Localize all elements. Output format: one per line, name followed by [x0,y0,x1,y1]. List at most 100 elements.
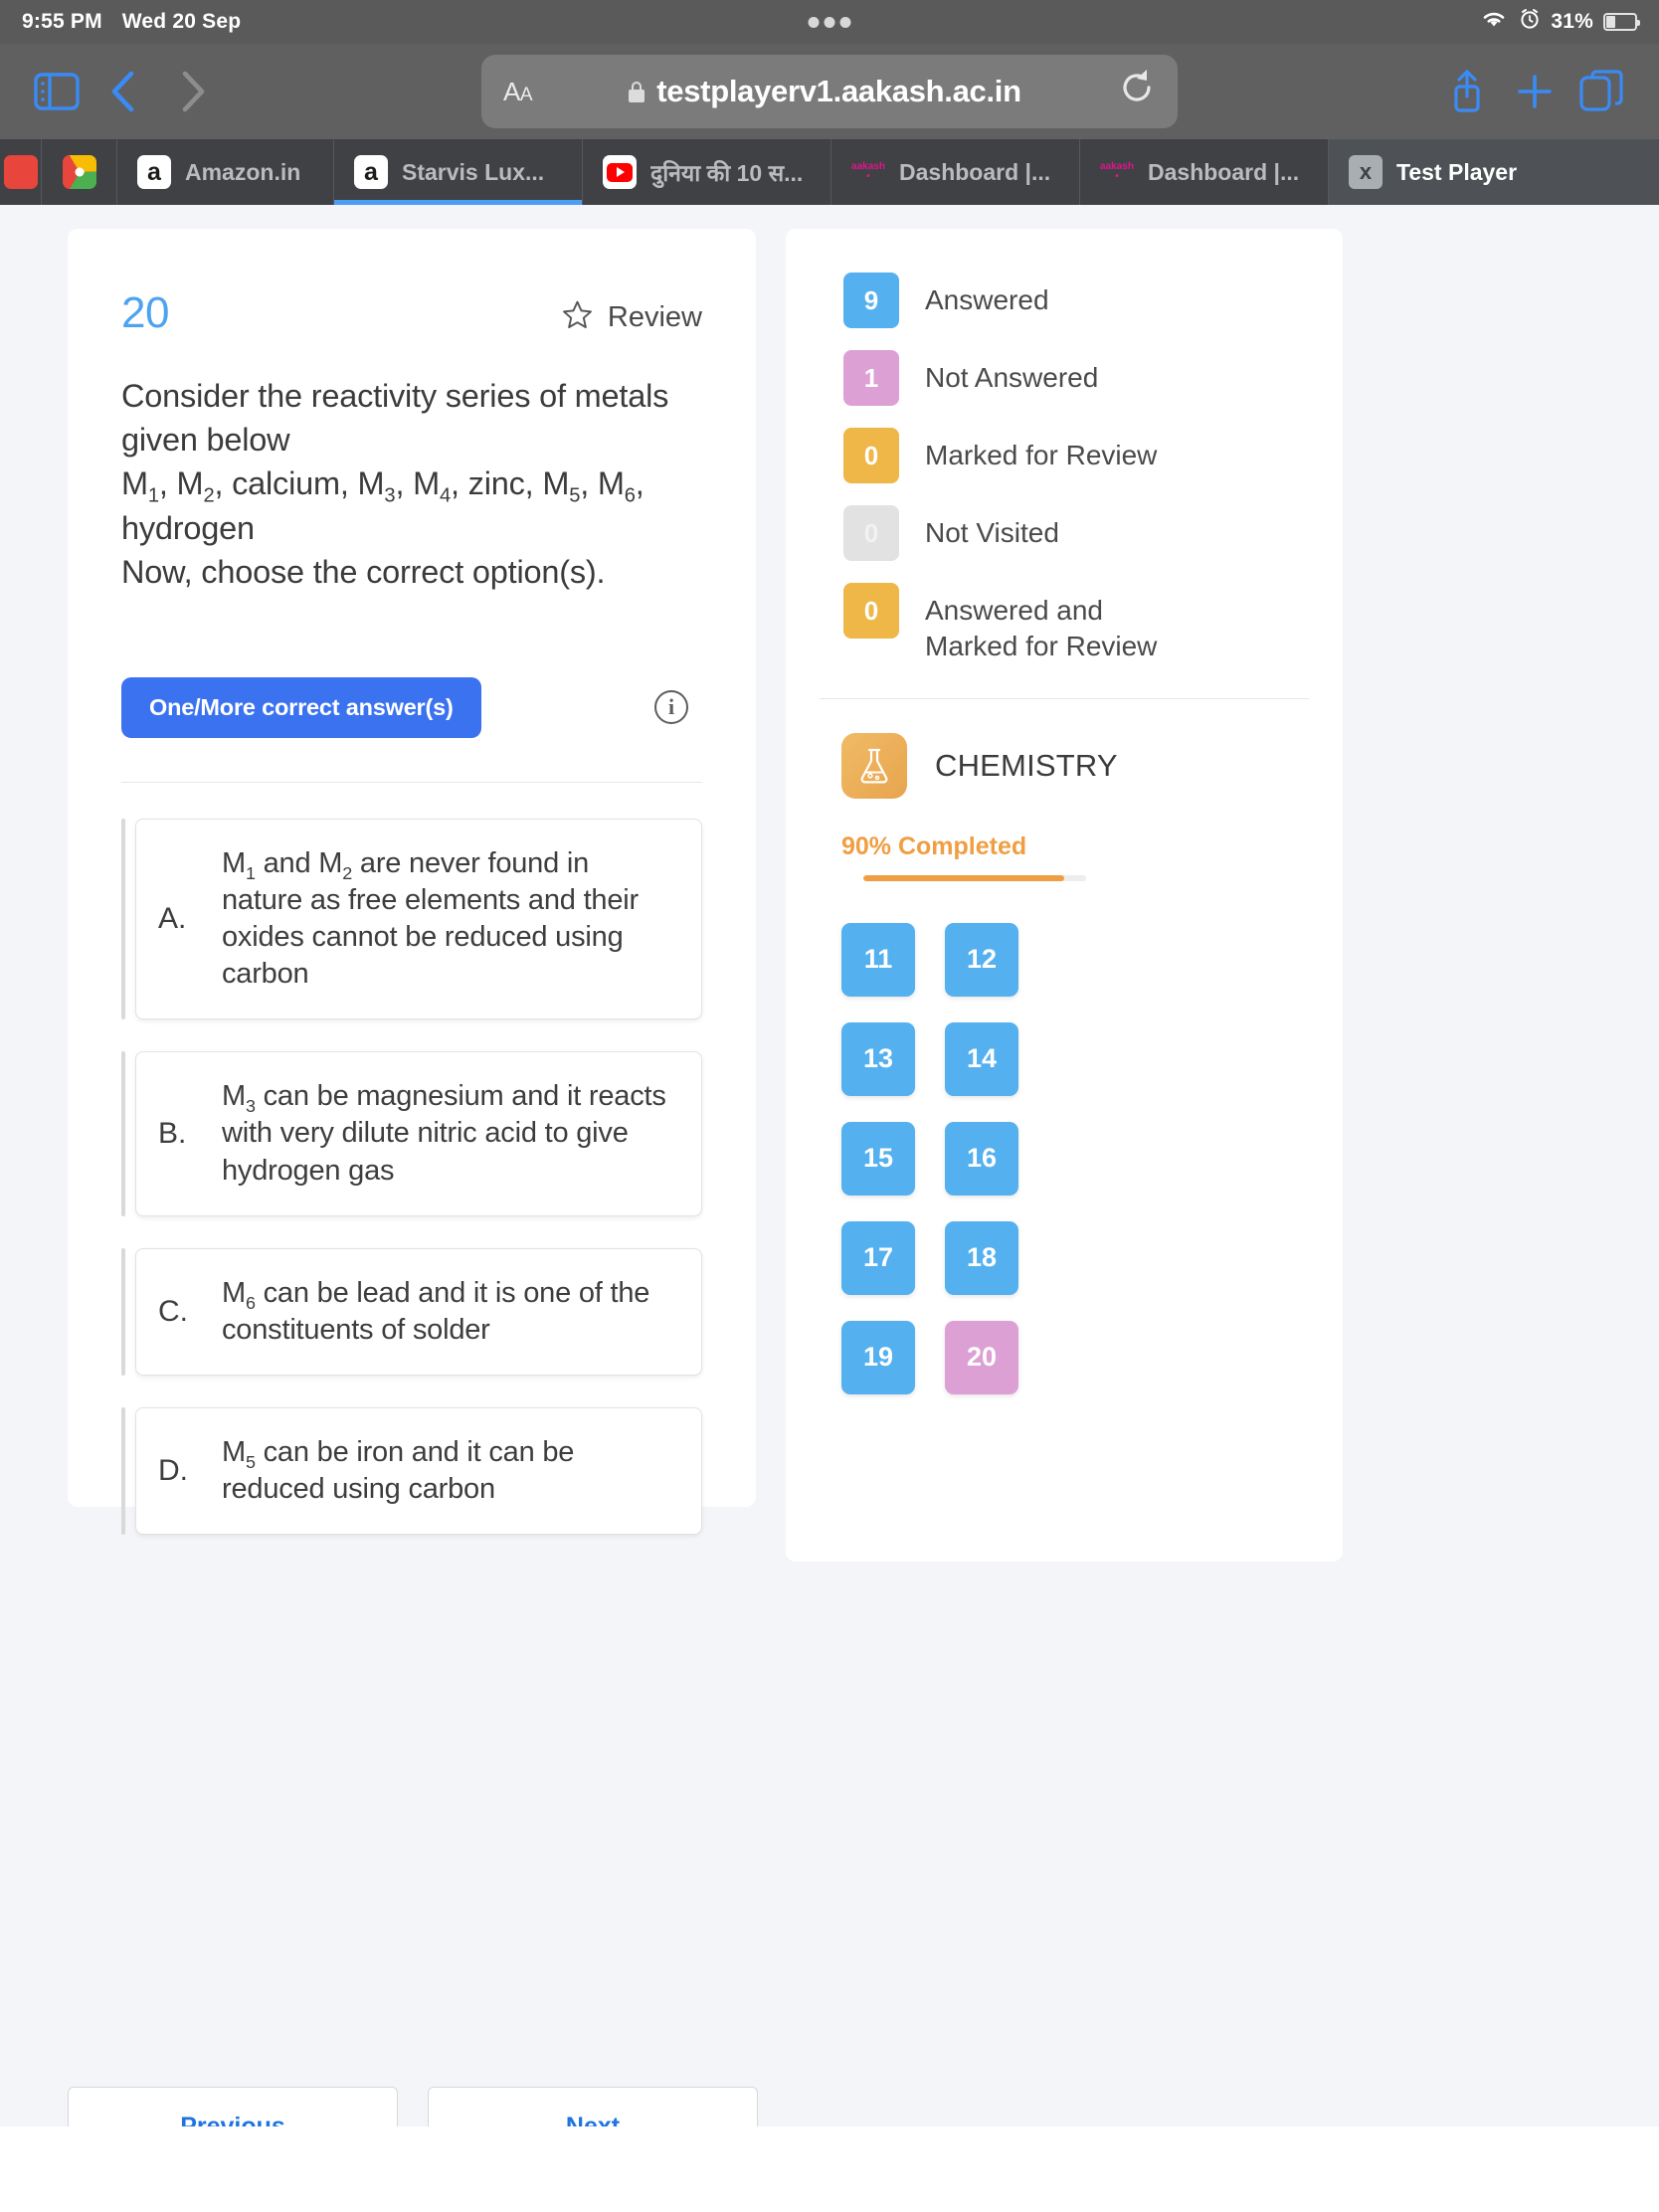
tab-amazon-in[interactable]: a Amazon.in [117,139,334,205]
status-right-group: 31% [1479,8,1640,36]
option-d[interactable]: D. M5 can be iron and it can be reduced … [121,1406,702,1536]
status-time: 9:55 PM [22,10,102,33]
plus-icon[interactable] [1504,61,1566,122]
legend-label: Answered and Marked for Review [925,595,1158,661]
youtube-favicon [603,155,637,189]
tab-label: Dashboard |... [1148,158,1300,185]
reload-icon[interactable] [1118,68,1156,116]
option-text: M5 can be iron and it can be reduced usi… [222,1435,575,1506]
legend-label: Marked for Review [925,440,1158,470]
answer-type-badge: One/More correct answer(s) [121,676,481,738]
share-icon[interactable] [1436,61,1498,122]
bottom-bar [0,2126,1659,2212]
tab-label: Amazon.in [185,158,301,185]
browser-tab-strip: a Amazon.in a Starvis Lux... दुनिया की 1… [0,139,1659,205]
question-button-16[interactable]: 16 [945,1121,1018,1196]
status-badge: 0 [843,583,899,639]
option-rail [121,818,125,1020]
chrome-favicon [62,155,96,189]
question-card: 20 Review Consider the reactivity series… [68,229,756,1536]
sidebar-toggle-icon[interactable] [26,61,88,122]
tab-dashboard-2[interactable]: aakash • Dashboard |... [1080,139,1329,205]
url-center: testplayerv1.aakash.ac.in [548,74,1102,109]
status-date: Wed 20 Sep [121,10,242,33]
address-bar[interactable]: AA testplayerv1.aakash.ac.in [481,55,1178,128]
option-box[interactable]: B. M3 can be magnesium and it reacts wit… [135,1051,702,1216]
stem-line-2: M1, M2, calcium, M3, M4, zinc, M5, M6, [121,465,645,507]
question-button-20[interactable]: 20 [945,1320,1018,1394]
tab-youtube-hindi[interactable]: दुनिया की 10 स... [583,139,831,205]
stem-line-1: Consider the reactivity series of metals… [121,378,669,459]
question-button-14[interactable]: 14 [945,1021,1018,1096]
x-favicon: x [1349,155,1382,189]
question-header: 20 Review [121,288,702,338]
alarm-icon [1519,8,1541,36]
stem-line-4: Now, choose the correct option(s). [121,553,606,590]
question-button-13[interactable]: 13 [841,1021,915,1096]
status-left-group: 9:55 PM Wed 20 Sep [22,10,241,34]
legend-label: Not Visited [925,517,1059,548]
panel-divider [820,697,1309,699]
legend-not-answered: 1 Not Answered [843,350,1309,406]
wifi-icon [1479,8,1509,36]
question-button-11[interactable]: 11 [841,922,915,997]
flask-icon [841,732,907,799]
tab-1[interactable] [42,139,117,205]
review-button[interactable]: Review [561,288,702,336]
status-legend: 9 Answered 1 Not Answered 0 Marked for R… [820,273,1309,664]
progress-fill [863,874,1064,881]
option-box[interactable]: C. M6 can be lead and it is one of the c… [135,1247,702,1376]
subject-progress: 90% Completed [820,832,1309,881]
star-outline-icon [561,298,594,336]
stem-line-3: hydrogen [121,509,255,546]
back-chevron-icon[interactable] [93,61,155,122]
progress-label: 90% Completed [841,831,1027,860]
question-number: 20 [121,288,169,337]
aakash-favicon: aakash • [1100,161,1134,182]
aakash-favicon: aakash • [851,161,885,182]
legend-not-visited: 0 Not Visited [843,505,1309,561]
option-letter: A. [158,902,187,936]
option-text: M1 and M2 are never found in nature as f… [222,846,639,991]
question-button-19[interactable]: 19 [841,1320,915,1394]
question-button-17[interactable]: 17 [841,1220,915,1295]
ios-status-bar: 9:55 PM Wed 20 Sep 31% [0,0,1659,44]
option-rail [121,1406,125,1536]
tab-label: दुनिया की 10 स... [650,160,804,186]
red-favicon [3,155,38,189]
option-c[interactable]: C. M6 can be lead and it is one of the c… [121,1247,702,1376]
question-button-12[interactable]: 12 [945,922,1018,997]
question-divider [121,781,702,783]
test-player-page: 20 Review Consider the reactivity series… [0,205,1659,2212]
question-stem: Consider the reactivity series of metals… [121,374,702,594]
option-box[interactable]: A. M1 and M2 are never found in nature a… [135,818,702,1020]
battery-icon [1603,13,1640,31]
handoff-dots-icon [808,16,851,28]
option-rail [121,1247,125,1376]
legend-answered-and-marked: 0 Answered and Marked for Review [843,583,1309,664]
option-box[interactable]: D. M5 can be iron and it can be reduced … [135,1406,702,1536]
question-button-18[interactable]: 18 [945,1220,1018,1295]
option-letter: B. [158,1117,187,1151]
legend-label: Not Answered [925,362,1099,393]
tab-starvis-lux[interactable]: a Starvis Lux... [334,139,583,205]
lock-icon [629,81,645,102]
question-button-15[interactable]: 15 [841,1121,915,1196]
tab-label: Dashboard |... [899,158,1051,185]
info-icon[interactable]: i [654,690,688,725]
battery-fill [1606,16,1616,28]
tab-0[interactable] [0,139,42,205]
amazon-favicon: a [354,155,388,189]
status-badge: 9 [843,273,899,328]
tab-dashboard-1[interactable]: aakash • Dashboard |... [831,139,1080,205]
tab-overview-icon[interactable] [1571,61,1633,122]
option-b[interactable]: B. M3 can be magnesium and it reacts wit… [121,1051,702,1216]
text-size-button[interactable]: AA [503,77,533,107]
tab-test-player[interactable]: x Test Player [1329,139,1659,205]
option-a[interactable]: A. M1 and M2 are never found in nature a… [121,818,702,1020]
url-text: testplayerv1.aakash.ac.in [656,74,1021,108]
option-text: M3 can be magnesium and it reacts with v… [222,1080,666,1187]
amazon-favicon: a [137,155,171,189]
option-letter: C. [158,1294,188,1328]
status-badge: 0 [843,428,899,483]
